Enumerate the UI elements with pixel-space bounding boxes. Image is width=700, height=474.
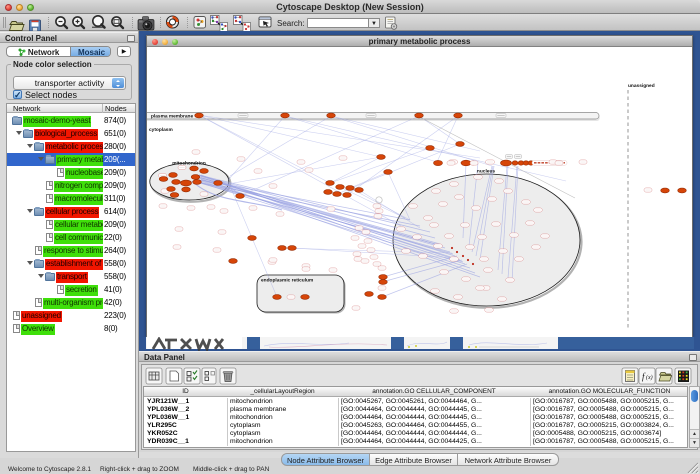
svg-text:unassigned: unassigned xyxy=(628,83,655,89)
svg-text:(x): (x) xyxy=(646,374,653,381)
svg-text:nucleus: nucleus xyxy=(477,169,495,175)
svg-text:cytoplasm: cytoplasm xyxy=(149,127,173,133)
svg-text:plasma membrane: plasma membrane xyxy=(151,114,193,120)
svg-text:mitochondrion: mitochondrion xyxy=(172,161,206,167)
svg-text:endoplasmic reticulum: endoplasmic reticulum xyxy=(261,278,313,284)
